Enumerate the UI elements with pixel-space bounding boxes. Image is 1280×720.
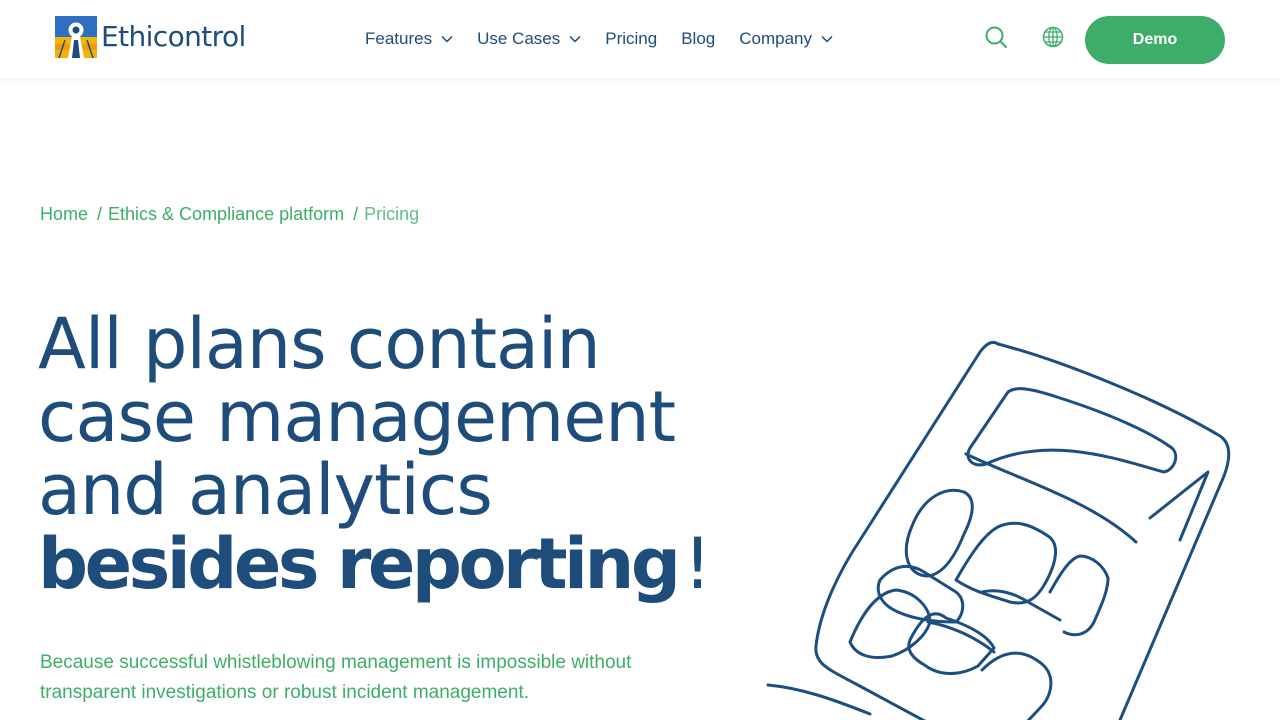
- brand-name: Ethicontrol: [101, 20, 246, 53]
- nav-item-label: Use Cases: [477, 29, 561, 48]
- nav-item-label: Company: [739, 29, 812, 48]
- title-line-1: All plans contain: [38, 303, 601, 385]
- title-line-4: besides reporting!: [38, 527, 738, 614]
- search-button[interactable]: [984, 25, 1008, 49]
- nav-item-pricing[interactable]: Pricing: [605, 29, 657, 49]
- title-emphasis: besides reporting: [38, 523, 681, 605]
- demo-button[interactable]: Demo: [1085, 16, 1225, 64]
- breadcrumb: Home / Ethics & Compliance platform / Pr…: [40, 204, 419, 225]
- main-nav: Features Use Cases Pricing Blog Company: [365, 28, 857, 50]
- nav-item-blog[interactable]: Blog: [681, 29, 715, 49]
- nav-item-label: Blog: [681, 29, 716, 48]
- breadcrumb-current: Pricing: [364, 204, 420, 224]
- ethicontrol-logo-icon: [55, 16, 97, 58]
- breadcrumb-separator: /: [97, 204, 103, 224]
- chevron-down-icon: [821, 35, 833, 43]
- chevron-down-icon: [569, 35, 581, 43]
- hero-subtitle: Because successful whistleblowing manage…: [40, 652, 632, 703]
- nav-item-company[interactable]: Company: [739, 29, 833, 49]
- nav-item-label: Features: [365, 29, 433, 48]
- chevron-down-icon: [441, 35, 453, 43]
- page-title: All plans contain case management and an…: [38, 308, 738, 614]
- breadcrumb-platform[interactable]: Ethics & Compliance platform: [108, 204, 344, 225]
- breadcrumb-separator: /: [353, 204, 359, 224]
- nav-item-label: Pricing: [605, 29, 658, 48]
- title-line-2: case management: [38, 376, 676, 458]
- search-icon: [985, 26, 1007, 48]
- breadcrumb-home[interactable]: Home: [40, 204, 88, 225]
- calculator-illustration: [766, 340, 1231, 720]
- nav-item-use-cases[interactable]: Use Cases: [477, 29, 581, 49]
- language-button[interactable]: [1041, 25, 1065, 49]
- site-header: Ethicontrol Features Use Cases Pricing B…: [0, 0, 1280, 79]
- globe-icon: [1042, 26, 1064, 48]
- title-line-3: and analytics: [38, 449, 493, 531]
- nav-item-features[interactable]: Features: [365, 29, 453, 49]
- title-exclamation: !: [683, 523, 712, 605]
- brand-logo[interactable]: Ethicontrol: [55, 16, 246, 58]
